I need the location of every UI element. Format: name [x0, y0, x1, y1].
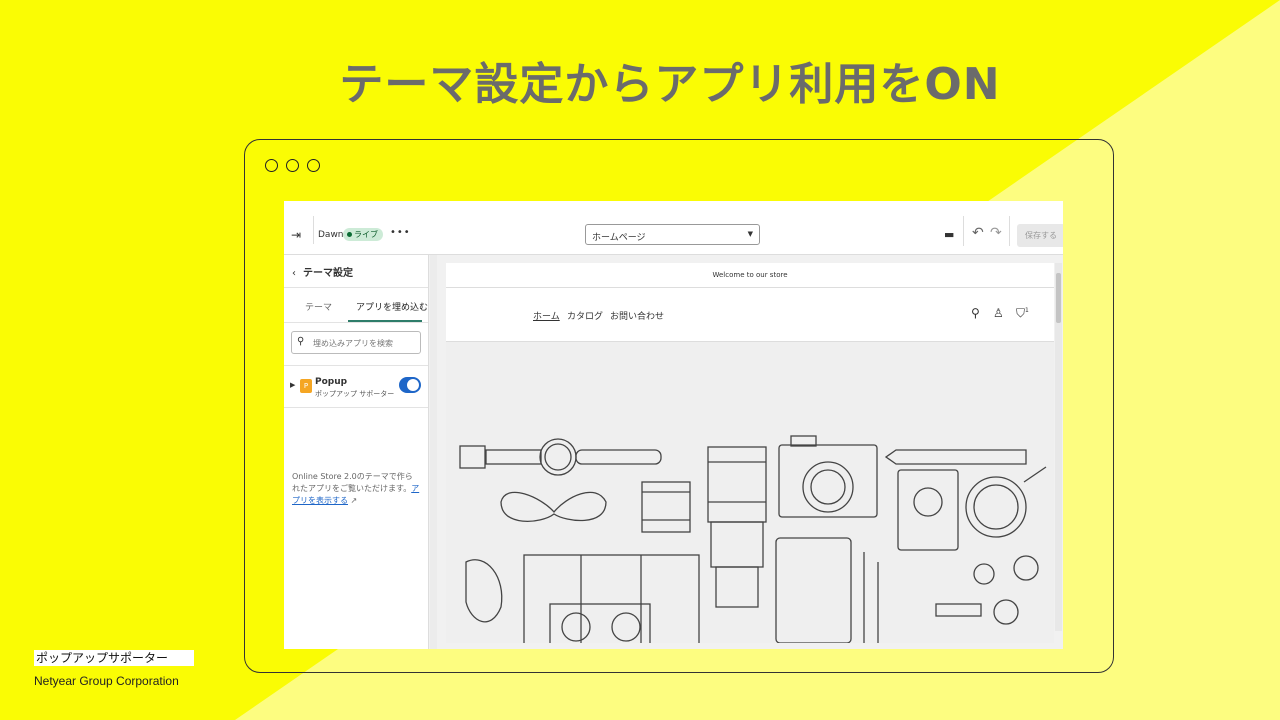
camera-illustration [778, 435, 878, 518]
cup-illustration [965, 466, 1047, 538]
divider [284, 322, 428, 323]
window-dot-icon [307, 159, 320, 172]
more-actions-button[interactable]: ••• [390, 227, 411, 238]
chevron-down-icon: ▼ [747, 230, 753, 238]
account-icon[interactable]: ♙ [993, 306, 1004, 320]
save-button[interactable]: 保存する [1017, 224, 1063, 247]
search-placeholder: 埋め込みアプリを検索 [313, 339, 393, 348]
app-enable-toggle[interactable] [399, 377, 421, 393]
sidebar-note: Online Store 2.0のテーマで作られたアプリをご覧いただけます。アプ… [292, 471, 420, 507]
live-dot-icon [347, 232, 352, 237]
divider [313, 216, 314, 244]
toggle-knob [407, 379, 419, 391]
theme-name: Dawn [318, 230, 344, 240]
telephoto-lens-illustration [707, 446, 767, 608]
divider [284, 365, 428, 366]
sidebar-header: ‹ テーマ設定 [292, 264, 353, 279]
lens-illustration [641, 481, 691, 533]
window-dot-icon [265, 159, 278, 172]
divider [284, 287, 428, 288]
hero-image [446, 342, 1054, 643]
company-name: Netyear Group Corporation [34, 674, 179, 688]
tape-illustration [935, 555, 1039, 625]
nav-catalog[interactable]: カタログ [567, 309, 603, 322]
note-text: Online Store 2.0のテーマで作られたアプリをご覧いただけます。 [292, 472, 413, 493]
announcement-bar: Welcome to our store [446, 263, 1054, 288]
nav-home[interactable]: ホーム [533, 309, 560, 322]
sidebar-scrollbar[interactable] [430, 255, 437, 649]
store-header: ホーム カタログ お問い合わせ ⚲ ♙ ⛉1 [446, 288, 1054, 342]
expand-icon[interactable]: ▶ [290, 381, 295, 389]
desktop-view-icon[interactable]: ▬ [944, 228, 954, 241]
app-search-input[interactable]: ⚲ 埋め込みアプリを検索 [291, 331, 421, 354]
watch-illustration [459, 438, 662, 476]
preview-scrollbar[interactable] [1055, 263, 1062, 631]
live-badge: ライブ [343, 228, 383, 241]
tab-app-embeds[interactable]: アプリを埋め込む [356, 300, 428, 313]
cart-icon[interactable]: ⛉1 [1016, 306, 1029, 321]
popup-app-icon: P [300, 379, 312, 393]
editor-topbar: ⇥ Dawn ライブ ••• ホームページ ▼ ▬ ↶ ↷ 保存する [284, 201, 1063, 255]
nav-contact[interactable]: お問い合わせ [610, 309, 664, 322]
cable-illustration [500, 491, 607, 522]
app-subtitle: ポップアップ サポーター [315, 390, 395, 398]
exit-icon[interactable]: ⇥ [291, 228, 301, 242]
brand-name: ポップアップサポーター [34, 650, 194, 666]
redo-icon[interactable]: ↷ [990, 225, 1002, 241]
store-preview: Welcome to our store ホーム カタログ お問い合わせ ⚲ ♙… [446, 263, 1054, 643]
external-link-icon: ↗ [350, 496, 358, 505]
window-dot-icon [286, 159, 299, 172]
passport-illustration [897, 469, 959, 551]
page-select-value: ホームページ [592, 233, 646, 243]
cart-count: 1 [1025, 307, 1029, 314]
divider [1009, 216, 1010, 246]
divider [963, 216, 964, 246]
search-icon: ⚲ [297, 336, 305, 347]
glasses-illustration [465, 559, 503, 623]
back-icon[interactable]: ‹ [292, 268, 296, 279]
live-badge-label: ライブ [354, 230, 378, 239]
tab-theme[interactable]: テーマ [305, 300, 332, 313]
window-controls [265, 159, 320, 172]
search-icon[interactable]: ⚲ [971, 306, 980, 320]
slide-title: テーマ設定からアプリ利用をON [339, 59, 1001, 110]
app-name: Popup [315, 377, 348, 387]
settings-sidebar: ‹ テーマ設定 テーマ アプリを埋め込む ⚲ 埋め込みアプリを検索 ▶ P Pop… [284, 255, 429, 649]
page-select[interactable]: ホームページ ▼ [585, 224, 760, 245]
small-camera-illustration [549, 603, 651, 643]
notebook-illustration [775, 537, 879, 643]
scroll-thumb[interactable] [1056, 273, 1061, 323]
sidebar-title: テーマ設定 [303, 268, 353, 279]
undo-icon[interactable]: ↶ [972, 225, 984, 241]
divider [284, 407, 428, 408]
theme-editor-screenshot: ⇥ Dawn ライブ ••• ホームページ ▼ ▬ ↶ ↷ 保存する ‹ テーマ設… [284, 201, 1063, 649]
pencil-illustration [884, 449, 1027, 465]
